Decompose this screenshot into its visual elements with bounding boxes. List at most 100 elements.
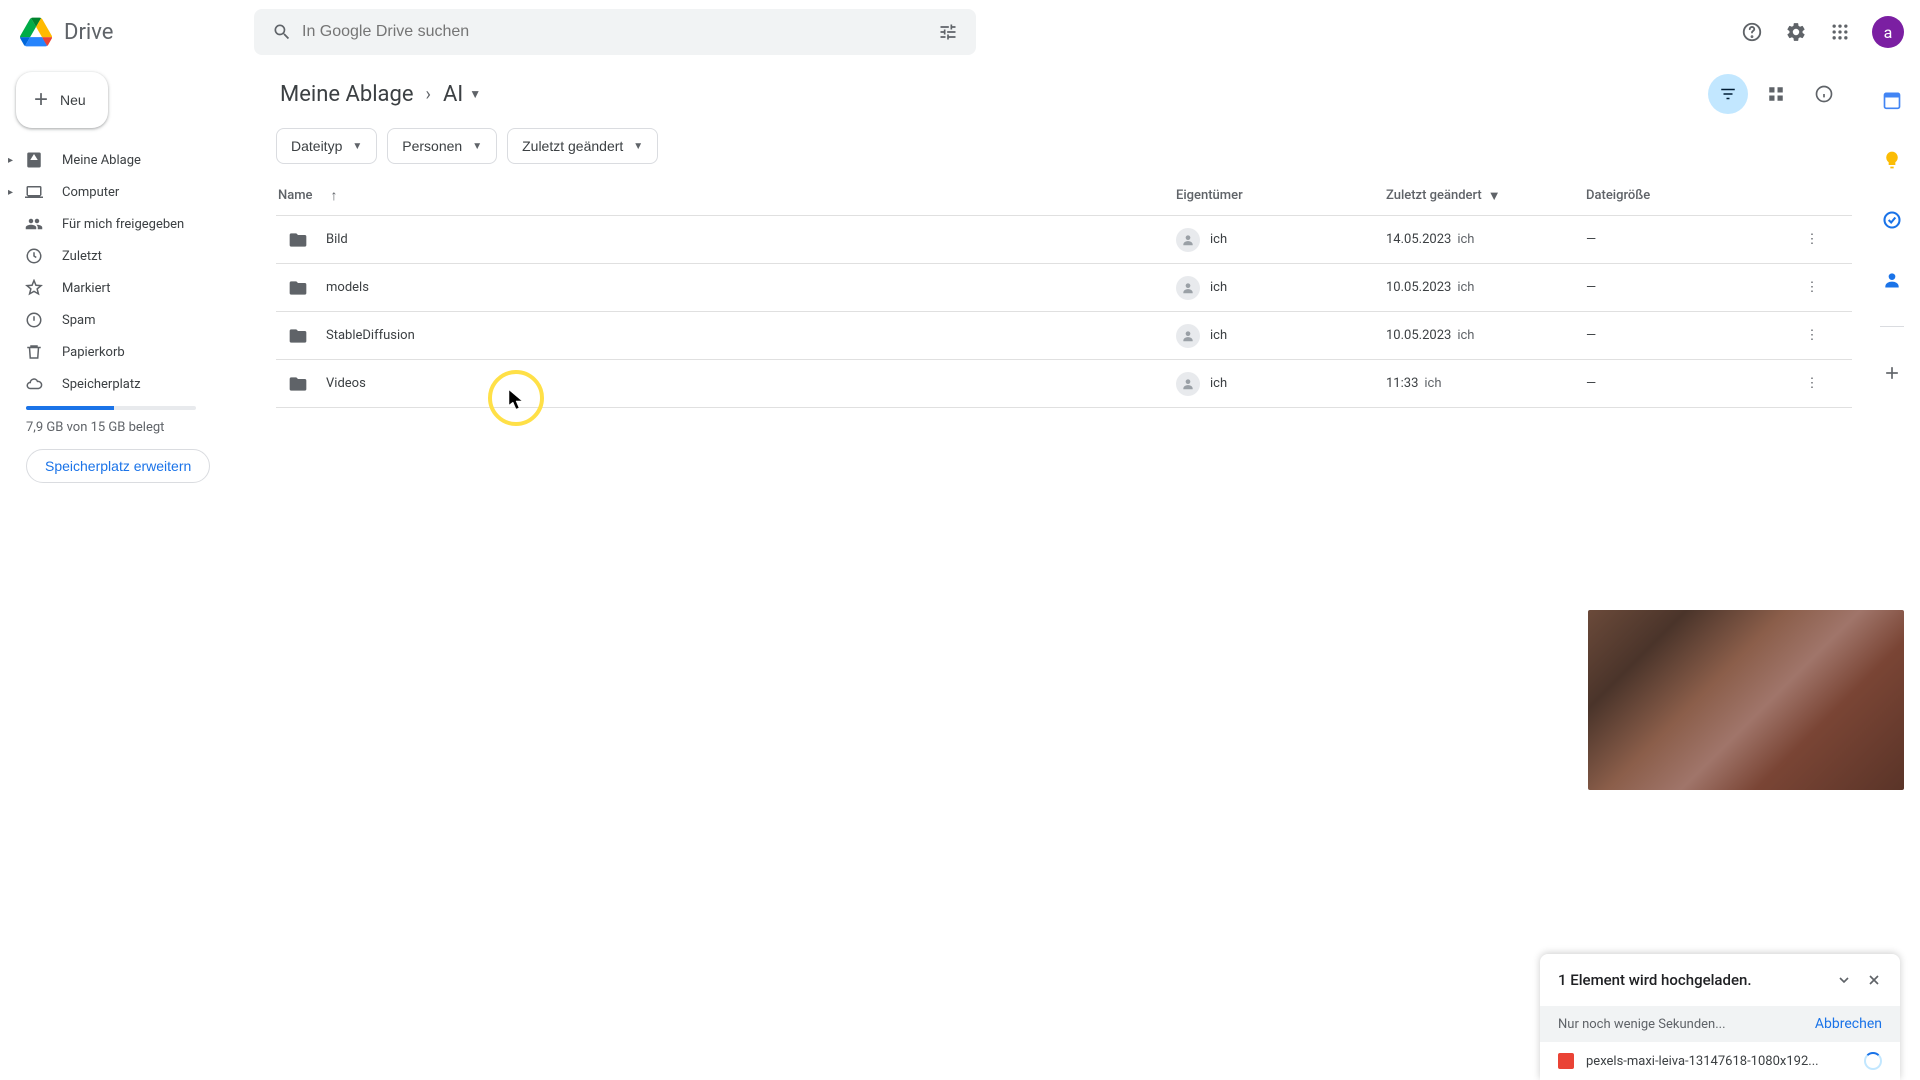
more-actions-icon[interactable]: ⋮ [1796, 224, 1828, 256]
sidebar-item-storage[interactable]: Speicherplatz [0, 368, 248, 400]
filter-toggle-button[interactable] [1708, 74, 1748, 114]
col-header-modified[interactable]: Zuletzt geändert▼ [1386, 188, 1586, 204]
filter-chip-people[interactable]: Personen▼ [387, 128, 497, 164]
folder-icon [288, 230, 308, 250]
owner-name: ich [1210, 232, 1227, 247]
col-header-name[interactable]: Name↑ [276, 187, 1176, 204]
owner-name: ich [1210, 328, 1227, 343]
file-size: — [1586, 280, 1796, 295]
buy-storage-button[interactable]: Speicherplatz erweitern [26, 449, 210, 483]
file-name: StableDiffusion [326, 328, 415, 343]
sidebar-item-computers[interactable]: Computer [0, 176, 248, 208]
more-actions-icon[interactable]: ⋮ [1796, 272, 1828, 304]
spam-icon [24, 310, 44, 330]
settings-icon[interactable] [1776, 12, 1816, 52]
owner-avatar [1176, 276, 1200, 300]
upload-item[interactable]: pexels-maxi-leiva-13147618-1080x192... [1540, 1042, 1900, 1080]
rail-keep-icon[interactable] [1874, 142, 1910, 178]
breadcrumb-root[interactable]: Meine Ablage [276, 78, 418, 111]
more-actions-icon[interactable]: ⋮ [1796, 320, 1828, 352]
storage-text: 7,9 GB von 15 GB belegt [26, 420, 236, 435]
sidebar-item-recent[interactable]: Zuletzt [0, 240, 248, 272]
help-icon[interactable] [1732, 12, 1772, 52]
sidebar-item-spam[interactable]: Spam [0, 304, 248, 336]
chevron-down-icon: ▼ [472, 141, 482, 152]
upload-spinner-icon [1864, 1052, 1882, 1070]
modified-date: 11:33 [1386, 376, 1418, 391]
storage-bar [26, 406, 196, 410]
sidebar-item-starred[interactable]: Markiert [0, 272, 248, 304]
search-icon [262, 22, 302, 42]
table-row[interactable]: Videos ich 11:33 ich —⋮ [276, 360, 1852, 408]
breadcrumb-current[interactable]: AI ▼ [439, 78, 485, 111]
owner-avatar [1176, 228, 1200, 252]
upload-toast: 1 Element wird hochgeladen. Nur noch wen… [1540, 954, 1900, 1080]
file-size: — [1586, 376, 1796, 391]
drive-logo-area[interactable]: Drive [16, 12, 254, 52]
file-size: — [1586, 328, 1796, 343]
rail-contacts-icon[interactable] [1874, 262, 1910, 298]
computer-icon [24, 182, 44, 202]
modified-by: ich [1424, 376, 1441, 391]
account-avatar[interactable]: a [1872, 16, 1904, 48]
sidebar-item-shared[interactable]: Für mich freigegeben [0, 208, 248, 240]
plus-icon: + [34, 88, 48, 112]
owner-name: ich [1210, 376, 1227, 391]
upload-filename: pexels-maxi-leiva-13147618-1080x192... [1586, 1054, 1852, 1069]
file-name: models [326, 280, 369, 295]
grid-view-button[interactable] [1756, 74, 1796, 114]
upload-subtitle: Nur noch wenige Sekunden... [1558, 1017, 1726, 1032]
mydrive-icon [24, 150, 44, 170]
modified-date: 10.05.2023 [1386, 328, 1451, 343]
folder-icon [288, 326, 308, 346]
table-row[interactable]: Bildich14.05.2023ich—⋮ [276, 216, 1852, 264]
recent-icon [24, 246, 44, 266]
chevron-down-icon: ▼ [469, 87, 481, 101]
shared-icon [24, 214, 44, 234]
app-name: Drive [64, 20, 113, 45]
rail-add-icon[interactable] [1874, 355, 1910, 391]
upload-title: 1 Element wird hochgeladen. [1558, 971, 1752, 989]
table-header: Name↑ Eigentümer Zuletzt geändert▼ Datei… [276, 176, 1852, 216]
modified-by: ich [1457, 280, 1474, 295]
chevron-down-icon: ▼ [1488, 188, 1501, 204]
rail-calendar-icon[interactable] [1874, 82, 1910, 118]
sidebar-item-mydrive[interactable]: Meine Ablage [0, 144, 248, 176]
file-type-icon [1558, 1053, 1574, 1069]
new-button-label: Neu [60, 92, 86, 108]
modified-by: ich [1457, 232, 1474, 247]
upload-collapse-icon[interactable] [1836, 972, 1852, 988]
upload-close-icon[interactable] [1866, 972, 1882, 988]
filter-chip-modified[interactable]: Zuletzt geändert▼ [507, 128, 658, 164]
rail-tasks-icon[interactable] [1874, 202, 1910, 238]
search-box[interactable] [254, 9, 976, 55]
modified-by: ich [1457, 328, 1474, 343]
table-row[interactable]: StableDiffusion ich 10.05.2023 ich —⋮ [276, 312, 1852, 360]
sort-arrow-icon: ↑ [331, 187, 338, 204]
file-name: Bild [326, 232, 348, 247]
cloud-icon [24, 374, 44, 394]
new-button[interactable]: + Neu [16, 72, 108, 128]
search-tune-icon[interactable] [928, 22, 968, 42]
file-name: Videos [326, 376, 366, 391]
chevron-right-icon: › [426, 84, 431, 105]
filter-chip-type[interactable]: Dateityp▼ [276, 128, 377, 164]
upload-cancel-button[interactable]: Abbrechen [1815, 1016, 1882, 1032]
search-input[interactable] [302, 23, 928, 41]
apps-icon[interactable] [1820, 12, 1860, 52]
breadcrumb: Meine Ablage › AI ▼ [276, 78, 485, 111]
modified-date: 10.05.2023 [1386, 280, 1451, 295]
col-header-owner[interactable]: Eigentümer [1176, 188, 1386, 203]
info-button[interactable] [1804, 74, 1844, 114]
sidebar-item-trash[interactable]: Papierkorb [0, 336, 248, 368]
chevron-down-icon: ▼ [352, 141, 362, 152]
folder-icon [288, 374, 308, 394]
table-row[interactable]: modelsich10.05.2023ich—⋮ [276, 264, 1852, 312]
more-actions-icon[interactable]: ⋮ [1796, 368, 1828, 400]
star-icon [24, 278, 44, 298]
col-header-size[interactable]: Dateigröße [1586, 188, 1796, 203]
owner-avatar [1176, 372, 1200, 396]
rail-separator [1880, 326, 1904, 327]
drive-logo-icon [16, 12, 56, 52]
chevron-down-icon: ▼ [633, 141, 643, 152]
